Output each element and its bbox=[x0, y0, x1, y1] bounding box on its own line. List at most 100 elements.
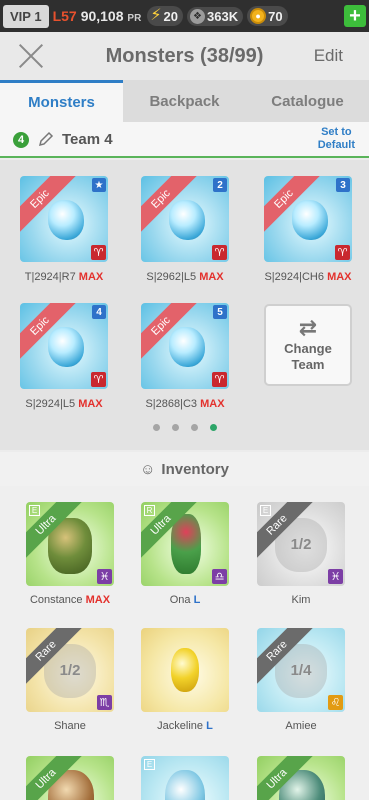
level-tag: L bbox=[193, 594, 201, 606]
vip-badge[interactable]: VIP 1 bbox=[3, 4, 49, 28]
inventory-item[interactable]: E bbox=[141, 756, 229, 800]
monster-art bbox=[171, 648, 199, 692]
max-tag: MAX bbox=[78, 398, 103, 410]
monster-card[interactable]: Epic 5 ♈ bbox=[141, 303, 229, 389]
monster-label: Jackeline L bbox=[141, 720, 229, 732]
power-rating: 90,108 PR bbox=[81, 8, 142, 24]
monster-code: S|2924|L5 bbox=[25, 398, 76, 410]
food-counter[interactable]: ❖ 363K bbox=[187, 6, 244, 26]
monster-label: Constance MAX bbox=[26, 594, 114, 606]
team-slot[interactable]: Epic ★ ♈ T|2924|R7 MAX bbox=[20, 176, 108, 283]
monster-name: Constance bbox=[29, 594, 83, 606]
fragment-count: 1/2 bbox=[59, 662, 81, 679]
monster-label: S|2868|C3 MAX bbox=[141, 398, 229, 410]
page-dot-active[interactable] bbox=[209, 424, 217, 431]
monster-card[interactable]: E Rare 1/2 ♓ bbox=[257, 502, 345, 586]
gold-counter[interactable]: ● 70 bbox=[247, 6, 288, 26]
monster-code: T|2924|R7 bbox=[24, 271, 76, 283]
monster-name: Amiee bbox=[285, 720, 317, 732]
inventory-item[interactable]: Ultra bbox=[26, 756, 114, 800]
inventory-item[interactable]: Jackeline L bbox=[141, 628, 229, 732]
monster-card[interactable]: E Ultra ♓ bbox=[26, 502, 114, 586]
edit-button[interactable]: Edit bbox=[314, 46, 343, 66]
fragment-count: 1/2 bbox=[290, 536, 312, 553]
set-default-line2: Default bbox=[317, 139, 355, 151]
monster-art bbox=[169, 327, 205, 367]
fragment-count: 1/4 bbox=[290, 662, 312, 679]
monster-card[interactable]: Ultra bbox=[257, 756, 345, 800]
change-team-line1: Change bbox=[284, 341, 332, 356]
inventory-grid: E Ultra ♓ Constance MAX R Ultra ♎ Ona L … bbox=[0, 486, 369, 800]
inventory-item[interactable]: E Rare 1/2 ♓ Kim bbox=[257, 502, 345, 606]
monster-card[interactable]: Rare 1/2 ♏ bbox=[26, 628, 114, 712]
page-dot[interactable] bbox=[152, 424, 160, 431]
team-slot[interactable]: Epic 3 ♈ S|2924|CH6 MAX bbox=[264, 176, 352, 283]
monster-card[interactable]: E bbox=[141, 756, 229, 800]
element-icon: E bbox=[29, 505, 40, 516]
gold-value: 70 bbox=[268, 8, 283, 24]
monster-card[interactable]: Epic 2 ♈ bbox=[141, 176, 229, 262]
power-value: 90,108 bbox=[80, 8, 124, 24]
team-slot[interactable]: Epic 5 ♈ S|2868|C3 MAX bbox=[141, 303, 229, 410]
inventory-item[interactable]: E Ultra ♓ Constance MAX bbox=[26, 502, 114, 606]
max-tag: MAX bbox=[199, 271, 224, 283]
pencil-icon[interactable] bbox=[38, 131, 54, 147]
pisces-sign-icon: ♓ bbox=[328, 569, 343, 584]
element-icon: E bbox=[144, 759, 155, 770]
inventory-item[interactable]: Rare 1/4 ♌ Amiee bbox=[257, 628, 345, 732]
monster-label: T|2924|R7 MAX bbox=[20, 271, 108, 283]
monster-card[interactable]: R Ultra ♎ bbox=[141, 502, 229, 586]
aries-sign-icon: ♈ bbox=[91, 372, 106, 387]
page-indicator bbox=[0, 424, 369, 431]
monster-name: Shane bbox=[54, 720, 86, 732]
aries-sign-icon: ♈ bbox=[212, 245, 227, 260]
monster-code: S|2868|C3 bbox=[145, 398, 198, 410]
leo-sign-icon: ♌ bbox=[328, 695, 343, 710]
swap-arrows-icon: ⇄ bbox=[298, 315, 318, 340]
change-team-button[interactable]: ⇄ Change Team bbox=[264, 304, 352, 386]
aries-sign-icon: ♈ bbox=[212, 372, 227, 387]
element-icon: R bbox=[144, 505, 155, 516]
set-default-button[interactable]: Set to Default bbox=[318, 126, 355, 152]
monster-card[interactable]: Rare 1/4 ♌ bbox=[257, 628, 345, 712]
energy-value: 20 bbox=[163, 8, 179, 24]
leader-star-icon: ★ bbox=[92, 178, 106, 192]
max-tag: MAX bbox=[200, 398, 225, 410]
page-dot[interactable] bbox=[190, 424, 198, 431]
slot-number-badge: 4 bbox=[92, 305, 106, 319]
monster-art bbox=[48, 327, 84, 367]
element-icon: E bbox=[260, 505, 271, 516]
inventory-item[interactable]: Ultra bbox=[257, 756, 345, 800]
max-tag: MAX bbox=[78, 271, 104, 283]
slot-number-badge: 3 bbox=[336, 178, 350, 192]
food-icon: ❖ bbox=[190, 8, 206, 24]
monster-card[interactable]: Epic 4 ♈ bbox=[20, 303, 108, 389]
monster-art bbox=[48, 200, 84, 240]
energy-counter[interactable]: ⚡ 20 bbox=[147, 6, 184, 26]
add-currency-button[interactable]: + bbox=[344, 5, 366, 27]
monster-name: Jackeline bbox=[157, 720, 204, 732]
team-slot[interactable]: Epic 4 ♈ S|2924|L5 MAX bbox=[20, 303, 108, 410]
team-slot[interactable]: Epic 2 ♈ S|2962|L5 MAX bbox=[141, 176, 229, 283]
monster-code: S|2924|CH6 bbox=[264, 271, 324, 283]
monster-card[interactable]: Epic ★ ♈ bbox=[20, 176, 108, 262]
monster-name: Kim bbox=[291, 594, 311, 606]
tab-monsters[interactable]: Monsters bbox=[0, 80, 123, 122]
monster-card[interactable] bbox=[141, 628, 229, 712]
max-tag: MAX bbox=[85, 594, 111, 606]
monster-code: S|2962|L5 bbox=[146, 271, 197, 283]
power-unit: PR bbox=[127, 13, 142, 24]
team-name[interactable]: Team 4 bbox=[62, 131, 113, 148]
gold-coin-icon: ● bbox=[250, 8, 267, 24]
inventory-item[interactable]: R Ultra ♎ Ona L bbox=[141, 502, 229, 606]
aries-sign-icon: ♈ bbox=[91, 245, 106, 260]
monster-card[interactable]: Epic 3 ♈ bbox=[264, 176, 352, 262]
page-dot[interactable] bbox=[171, 424, 179, 431]
tab-backpack[interactable]: Backpack bbox=[123, 80, 246, 122]
monster-label: Ona L bbox=[141, 594, 229, 606]
tab-catalogue[interactable]: Catalogue bbox=[246, 80, 369, 122]
max-tag: MAX bbox=[327, 271, 352, 283]
inventory-item[interactable]: Rare 1/2 ♏ Shane bbox=[26, 628, 114, 732]
monster-label: S|2924|CH6 MAX bbox=[264, 271, 352, 283]
monster-card[interactable]: Ultra bbox=[26, 756, 114, 800]
